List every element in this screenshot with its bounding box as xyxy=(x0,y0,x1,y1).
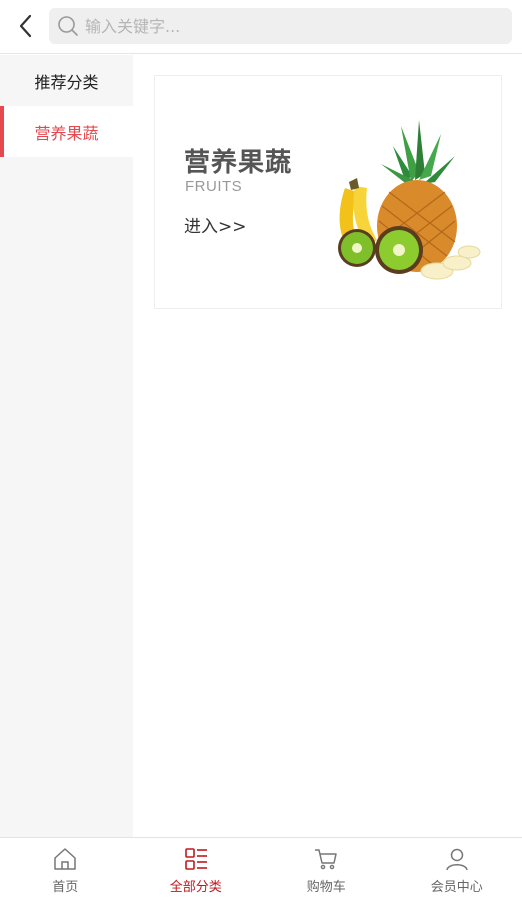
tab-label: 购物车 xyxy=(306,880,346,895)
sidebar-item-fruits-vegetables[interactable]: 营养果蔬 xyxy=(0,106,133,157)
sidebar-item-recommended[interactable]: 推荐分类 xyxy=(0,55,133,106)
enter-link[interactable]: 进入>> xyxy=(184,212,247,237)
category-sidebar: 推荐分类 营养果蔬 xyxy=(0,55,133,837)
back-button[interactable] xyxy=(10,9,40,43)
tab-label: 首页 xyxy=(52,880,79,895)
search-bar[interactable] xyxy=(49,8,512,44)
search-icon xyxy=(57,15,79,37)
fruit-illustration xyxy=(338,120,481,280)
cart-icon xyxy=(313,846,339,872)
tab-cart[interactable]: 购物车 xyxy=(261,838,392,900)
category-banner[interactable]: 营养果蔬 FRUITS 进入>> xyxy=(154,75,502,309)
search-input[interactable] xyxy=(79,8,512,44)
sidebar-item-label: 营养果蔬 xyxy=(34,123,99,143)
category-content: 营养果蔬 FRUITS 进入>> xyxy=(133,55,522,837)
banner-title: 营养果蔬 xyxy=(184,148,293,178)
tab-label: 全部分类 xyxy=(169,880,222,895)
tab-home[interactable]: 首页 xyxy=(0,838,131,900)
home-icon xyxy=(52,846,78,872)
top-bar xyxy=(0,0,522,54)
tab-all-categories[interactable]: 全部分类 xyxy=(131,838,262,900)
bottom-tab-bar: 首页 全部分类 购物车 会员中心 xyxy=(0,837,522,900)
tab-label: 会员中心 xyxy=(430,880,483,895)
category-icon xyxy=(183,846,209,872)
banner-subtitle: FRUITS xyxy=(185,178,243,195)
tab-member-center[interactable]: 会员中心 xyxy=(392,838,522,900)
sidebar-item-label: 推荐分类 xyxy=(34,72,99,92)
chevron-left-icon xyxy=(19,14,32,38)
user-icon xyxy=(444,846,470,872)
